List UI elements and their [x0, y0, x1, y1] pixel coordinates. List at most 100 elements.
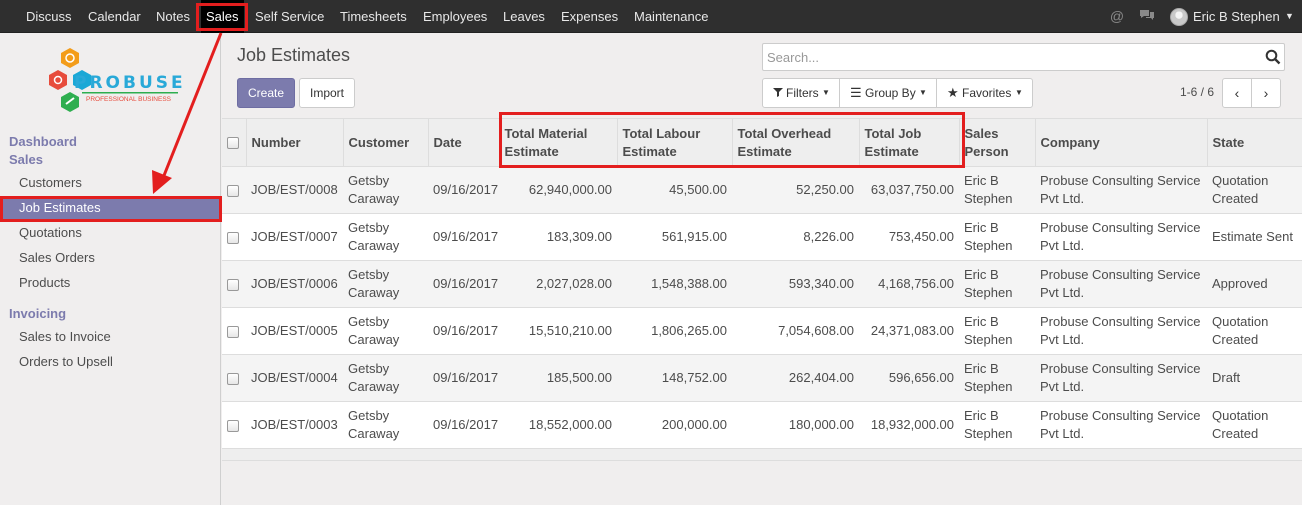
table-row[interactable]: JOB/EST/0008 Getsby Caraway 09/16/2017 62,9…	[222, 166, 1302, 214]
table-cell: Eric B Stephen	[959, 354, 1035, 402]
probuse-logo: PROBUSE PROFESSIONAL BUSINESS	[49, 48, 183, 112]
table-cell: 180,000.00	[732, 401, 859, 449]
group-by-label: Group By	[865, 86, 916, 100]
table-row[interactable]: JOB/EST/0005 Getsby Caraway 09/16/2017 15,5…	[222, 307, 1302, 355]
table-cell: Getsby Caraway	[343, 260, 428, 308]
table-cell: Probuse Consulting Service Pvt Ltd.	[1035, 354, 1207, 402]
pager-next-button[interactable]: ›	[1251, 78, 1281, 108]
table-cell: 45,500.00	[617, 166, 732, 214]
table-cell: JOB/EST/0008	[246, 166, 343, 214]
filters-button[interactable]: Filters ▼	[762, 78, 840, 108]
top-menu-bar: Discuss Calendar Notes Sales Self Servic…	[0, 0, 1302, 33]
table-cell: Getsby Caraway	[343, 401, 428, 449]
sidebar-section-sales: Sales	[9, 152, 43, 167]
menu-timesheets[interactable]: Timesheets	[340, 0, 407, 33]
table-cell: 593,340.00	[732, 260, 859, 308]
chat-icon[interactable]	[1139, 8, 1155, 24]
table-row[interactable]: JOB/EST/0003 Getsby Caraway 09/16/2017 18,5…	[222, 401, 1302, 449]
table-cell: 09/16/2017	[428, 401, 499, 449]
chevron-right-icon: ›	[1263, 85, 1269, 101]
search-icon[interactable]	[1265, 49, 1281, 65]
table-cell: 7,054,608.00	[732, 307, 859, 355]
search-input[interactable]	[767, 47, 1247, 67]
row-select-cell	[222, 354, 246, 402]
table-cell: Eric B Stephen	[959, 307, 1035, 355]
menu-notes[interactable]: Notes	[156, 0, 190, 33]
menu-self-service[interactable]: Self Service	[255, 0, 324, 33]
table-cell: 15,510,210.00	[499, 307, 617, 355]
list-icon: ☰	[850, 85, 862, 100]
table-cell: 09/16/2017	[428, 307, 499, 355]
table-cell: 52,250.00	[732, 166, 859, 214]
table-cell: Eric B Stephen	[959, 166, 1035, 214]
col-sales-person[interactable]: Sales Person	[958, 118, 1035, 167]
sidebar-item-orders-to-upsell[interactable]: Orders to Upsell	[0, 351, 221, 373]
app-window: Discuss Calendar Notes Sales Self Servic…	[0, 0, 1302, 505]
table-cell: Probuse Consulting Service Pvt Ltd.	[1035, 307, 1207, 355]
table-cell: Getsby Caraway	[343, 166, 428, 214]
select-all-cell	[222, 118, 246, 167]
row-checkbox[interactable]	[227, 278, 239, 291]
sidebar: PROBUSE PROFESSIONAL BUSINESS Dashboard …	[0, 34, 221, 505]
menu-calendar[interactable]: Calendar	[88, 0, 141, 33]
table-cell: 24,371,083.00	[859, 307, 959, 355]
menu-maintenance[interactable]: Maintenance	[634, 0, 708, 33]
table-cell: 09/16/2017	[428, 260, 499, 308]
table-cell: JOB/EST/0004	[246, 354, 343, 402]
table-cell: 148,752.00	[617, 354, 732, 402]
sidebar-item-job-estimates[interactable]: Job Estimates	[0, 197, 221, 219]
row-checkbox[interactable]	[227, 419, 239, 432]
row-select-cell	[222, 213, 246, 261]
sidebar-item-sales-orders[interactable]: Sales Orders	[0, 247, 221, 269]
row-checkbox[interactable]	[227, 231, 239, 244]
col-customer[interactable]: Customer	[342, 118, 428, 167]
table-cell: 63,037,750.00	[859, 166, 959, 214]
table-row[interactable]: JOB/EST/0006 Getsby Caraway 09/16/2017 2,02…	[222, 260, 1302, 308]
sidebar-section-dashboard[interactable]: Dashboard	[9, 134, 77, 149]
row-checkbox[interactable]	[227, 184, 239, 197]
table-cell: 18,552,000.00	[499, 401, 617, 449]
group-by-button[interactable]: ☰ Group By ▼	[839, 78, 937, 108]
menu-employees[interactable]: Employees	[423, 0, 487, 33]
menu-discuss[interactable]: Discuss	[26, 0, 72, 33]
import-button[interactable]: Import	[299, 78, 355, 108]
at-icon[interactable]: @	[1109, 8, 1125, 24]
row-select-cell	[222, 260, 246, 308]
table-cell: Eric B Stephen	[959, 213, 1035, 261]
table-cell: 18,932,000.00	[859, 401, 959, 449]
col-total-labour-estimate[interactable]: Total Labour Estimate	[616, 118, 732, 167]
sidebar-item-quotations[interactable]: Quotations	[0, 222, 221, 244]
sidebar-item-sales-to-invoice[interactable]: Sales to Invoice	[0, 326, 221, 348]
favorites-label: Favorites	[962, 86, 1012, 100]
table-row[interactable]: JOB/EST/0007 Getsby Caraway 09/16/2017 183,…	[222, 213, 1302, 261]
col-total-material-estimate[interactable]: Total Material Estimate	[498, 118, 617, 167]
menu-leaves[interactable]: Leaves	[503, 0, 545, 33]
create-button[interactable]: Create	[237, 78, 295, 108]
table-cell: 1,806,265.00	[617, 307, 732, 355]
table-row[interactable]: JOB/EST/0004 Getsby Caraway 09/16/2017 185,…	[222, 354, 1302, 402]
table-cell: 2,027,028.00	[499, 260, 617, 308]
favorites-button[interactable]: ★ Favorites ▼	[936, 78, 1033, 108]
sidebar-item-customers[interactable]: Customers	[0, 172, 221, 194]
col-number[interactable]: Number	[245, 118, 343, 167]
pager-previous-button[interactable]: ‹	[1222, 78, 1252, 108]
row-checkbox[interactable]	[227, 372, 239, 385]
select-all-checkbox[interactable]	[227, 137, 239, 150]
table-cell: Eric B Stephen	[959, 401, 1035, 449]
menu-expenses[interactable]: Expenses	[561, 0, 618, 33]
col-state[interactable]: State	[1206, 118, 1302, 167]
chevron-left-icon: ‹	[1234, 85, 1240, 101]
col-date[interactable]: Date	[427, 118, 499, 167]
col-company[interactable]: Company	[1034, 118, 1207, 167]
col-total-overhead-estimate[interactable]: Total Overhead Estimate	[731, 118, 859, 167]
col-total-job-estimate[interactable]: Total Job Estimate	[858, 118, 959, 167]
pager-value[interactable]: 1-6 / 6	[1180, 85, 1214, 99]
row-select-cell	[222, 166, 246, 214]
filters-label: Filters	[786, 86, 819, 100]
row-checkbox[interactable]	[227, 325, 239, 338]
table-cell: JOB/EST/0005	[246, 307, 343, 355]
menu-sales[interactable]: Sales	[201, 0, 244, 33]
sidebar-item-products[interactable]: Products	[0, 272, 221, 294]
table-cell: Eric B Stephen	[959, 260, 1035, 308]
table-cell: 4,168,756.00	[859, 260, 959, 308]
